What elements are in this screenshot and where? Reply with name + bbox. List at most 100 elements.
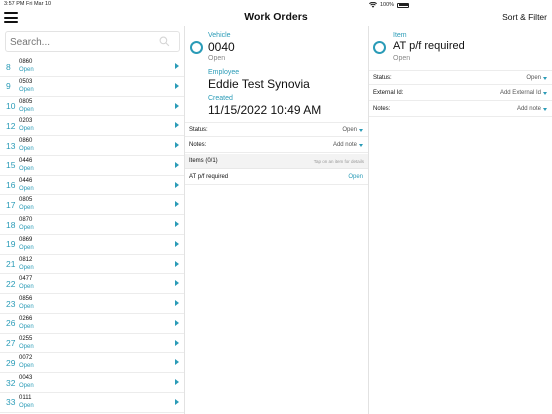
external-id-value: Add External Id — [499, 90, 541, 96]
wo-code: 0111 — [19, 394, 32, 401]
wo-status: Open — [19, 225, 34, 231]
item-detail: Item AT p/f required Open Status: Open E… — [369, 26, 552, 414]
item-notes-dropdown[interactable]: Add note — [517, 106, 547, 112]
wo-code: 0860 — [19, 59, 33, 65]
list-item[interactable]: 13 0860 Open — [0, 136, 184, 156]
chevron-down-icon — [543, 91, 547, 95]
item-status-field-label: Status: — [373, 75, 392, 81]
wo-number: 10 — [6, 101, 16, 111]
employee-label: Employee — [208, 69, 240, 76]
wo-number: 33 — [6, 397, 16, 408]
wo-code: 0477 — [19, 276, 33, 283]
list-item[interactable]: 15 0446 Open — [0, 156, 184, 176]
list-item[interactable]: 19 0869 Open — [0, 235, 184, 255]
item-label: Item — [393, 32, 407, 39]
external-id-dropdown[interactable]: Add External Id — [500, 90, 547, 96]
item-status: Open — [348, 174, 363, 180]
search-icon[interactable] — [159, 36, 170, 47]
chevron-right-icon — [175, 379, 179, 385]
wo-number: 9 — [6, 81, 11, 92]
item-row[interactable]: AT p/f required Open — [185, 170, 368, 185]
wo-status: Open — [19, 126, 34, 133]
sort-filter-button[interactable]: Sort & Filter — [502, 12, 547, 22]
chevron-right-icon — [175, 63, 179, 69]
item-status: Open — [393, 55, 411, 62]
list-item[interactable]: 8 0860 Open — [0, 57, 184, 77]
wifi-icon — [369, 2, 377, 8]
status-time: 3:57 PM — [4, 1, 25, 7]
list-item[interactable]: 22 0477 Open — [0, 274, 184, 294]
wo-number: 12 — [6, 120, 16, 131]
list-item[interactable]: 10 0805 Open — [0, 97, 184, 117]
page-title: Work Orders — [244, 11, 308, 23]
wo-number: 22 — [6, 278, 16, 289]
chevron-right-icon — [175, 319, 179, 326]
battery-percent: 100% — [380, 2, 395, 8]
wo-status: Open — [19, 146, 34, 152]
search-input[interactable] — [6, 33, 156, 52]
wo-number: 27 — [6, 338, 16, 348]
item-status-dropdown[interactable]: Open — [526, 75, 547, 81]
wo-code: 0446 — [19, 177, 33, 184]
wo-number: 21 — [6, 259, 16, 269]
wo-status: Open — [19, 284, 34, 291]
list-item[interactable]: 27 0255 Open — [0, 334, 184, 354]
external-id-field[interactable]: External Id: Add External Id — [369, 86, 552, 101]
wo-status: Open — [19, 205, 34, 212]
status-field[interactable]: Status: Open — [185, 122, 368, 137]
wo-code: 0805 — [19, 98, 33, 105]
wo-number: 29 — [6, 357, 16, 368]
wo-code: 0446 — [19, 157, 33, 164]
wo-status: Open — [19, 264, 34, 271]
wo-code: 0856 — [19, 296, 33, 302]
wo-status: Open — [19, 86, 34, 93]
search-box[interactable] — [5, 31, 180, 52]
list-item[interactable]: 16 0446 Open — [0, 176, 184, 196]
wo-status: Open — [19, 363, 34, 370]
chevron-down-icon — [543, 107, 547, 111]
notes-dropdown[interactable]: Add note — [333, 142, 363, 148]
list-item[interactable]: 26 0266 Open — [0, 314, 184, 334]
wo-number: 8 — [6, 61, 11, 72]
status-dropdown[interactable]: Open — [342, 127, 363, 133]
notes-field[interactable]: Notes: Add note — [185, 138, 368, 153]
wo-number: 32 — [6, 377, 16, 388]
items-header: Items (0/1) Tap on an item for details — [185, 154, 368, 169]
status-circle-icon[interactable] — [373, 41, 386, 54]
chevron-right-icon — [175, 102, 179, 109]
wo-code: 0043 — [19, 375, 33, 381]
list-item[interactable]: 18 0870 Open — [0, 215, 184, 235]
status-circle-icon[interactable] — [190, 41, 203, 54]
list-item[interactable]: 17 0805 Open — [0, 195, 184, 215]
list-item[interactable]: 21 0812 Open — [0, 255, 184, 275]
vehicle-value: 0040 — [208, 40, 235, 54]
wo-code: 0805 — [19, 197, 33, 204]
list-item[interactable]: 23 0856 Open — [0, 294, 184, 314]
item-notes-field[interactable]: Notes: Add note — [369, 102, 552, 117]
wo-number: 23 — [6, 298, 16, 309]
item-notes-value: Add note — [516, 106, 541, 112]
wo-code: 0266 — [19, 315, 33, 322]
chevron-right-icon — [175, 240, 179, 247]
wo-number: 17 — [6, 199, 16, 210]
wo-status: Open — [19, 67, 34, 73]
items-hint: Tap on an item for details — [313, 159, 364, 164]
vehicle-status: Open — [208, 55, 226, 62]
chevron-down-icon — [543, 76, 547, 80]
work-order-list: 8 0860 Open 9 0503 Open 10 0805 Open 12 0203 Ope… — [0, 57, 184, 413]
status-field-label: Status: — [189, 127, 208, 133]
chevron-right-icon — [175, 221, 179, 227]
list-item[interactable]: 9 0503 Open — [0, 77, 184, 97]
item-status-field[interactable]: Status: Open — [369, 70, 552, 85]
external-id-label: External Id: — [373, 90, 404, 96]
list-item[interactable]: 12 0203 Open — [0, 116, 184, 136]
wo-number: 16 — [6, 180, 16, 190]
wo-number: 18 — [6, 219, 16, 230]
list-item[interactable]: 32 0043 Open — [0, 373, 184, 393]
item-status-dropdown-value: Open — [526, 75, 541, 81]
chevron-right-icon — [175, 398, 179, 405]
list-item[interactable]: 33 0111 Open — [0, 393, 184, 413]
chevron-right-icon — [175, 260, 179, 267]
list-item[interactable]: 29 0072 Open — [0, 353, 184, 373]
wo-code: 0870 — [19, 217, 33, 223]
